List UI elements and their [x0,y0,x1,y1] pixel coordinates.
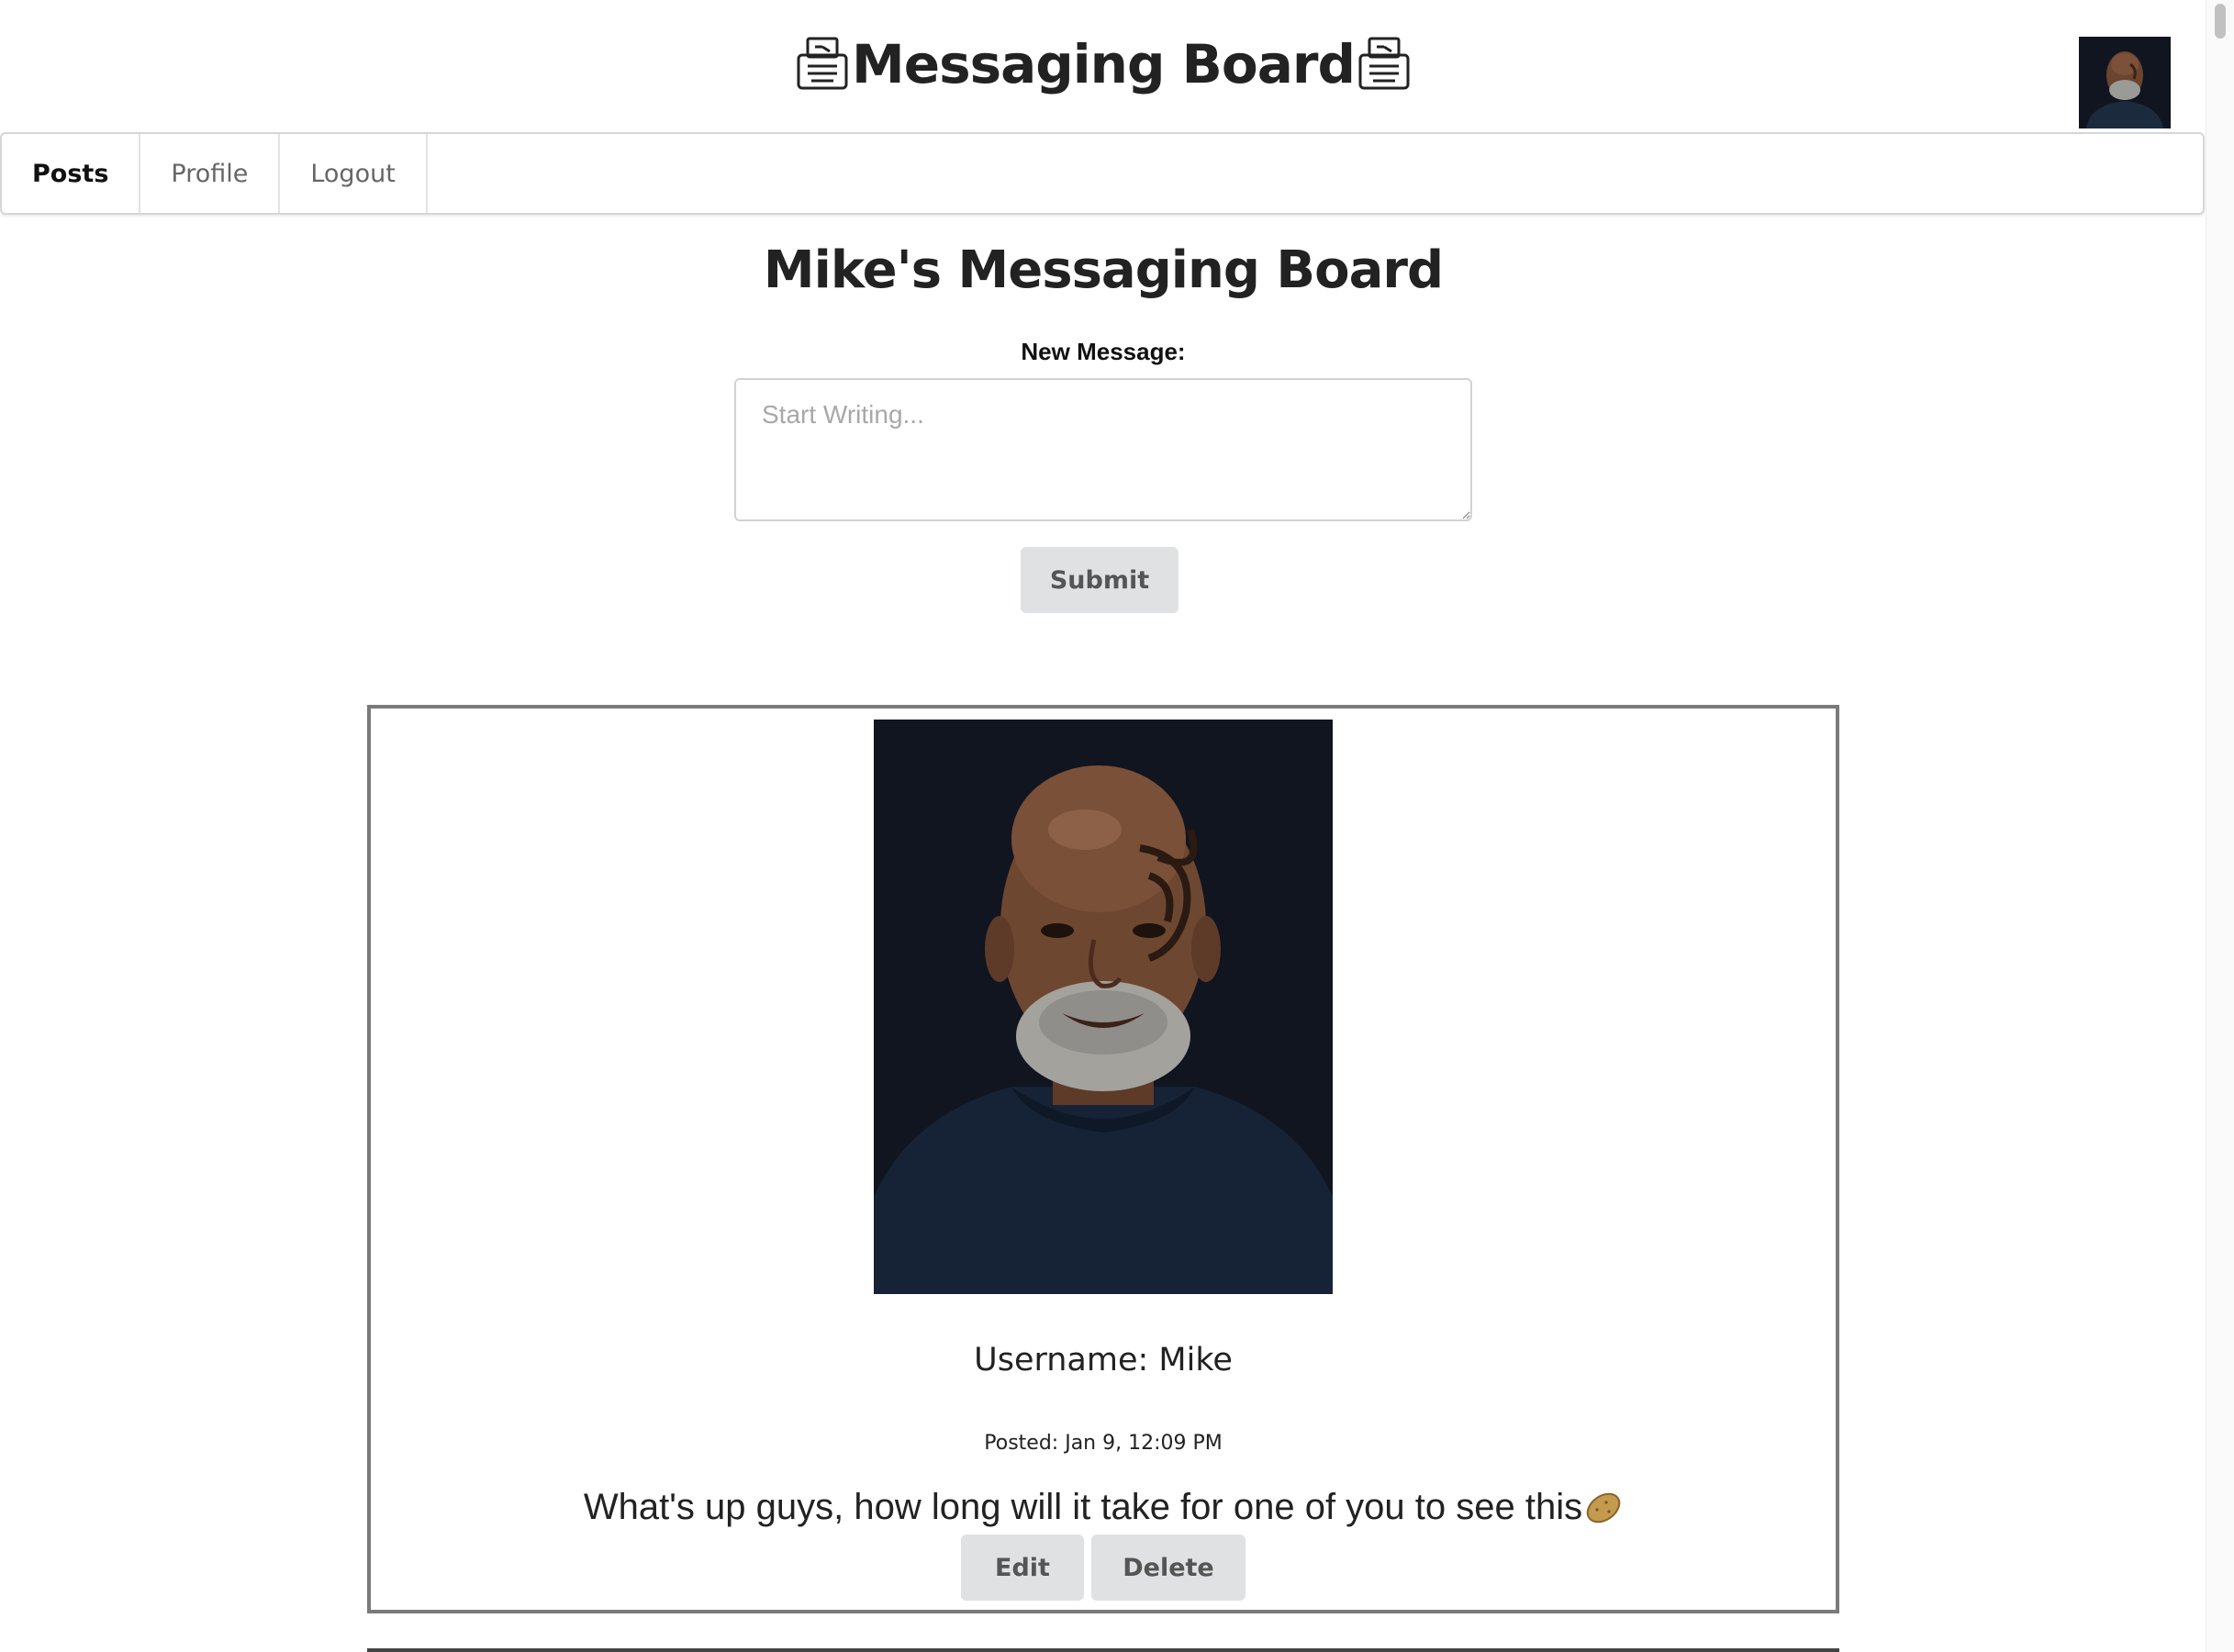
page-title: Mike's Messaging Board [763,240,1444,300]
post-username: Username: Mike [974,1342,1233,1379]
page-scrollbar[interactable] [2206,0,2234,1652]
delete-button[interactable]: Delete [1091,1535,1245,1601]
submit-button[interactable]: Submit [1021,547,1178,613]
site-title: Messaging Board [0,20,2206,108]
avatar[interactable] [2079,37,2171,128]
nav-tab-profile[interactable]: Profile [140,134,281,213]
next-post-card-edge [367,1648,1839,1652]
site-title-text: Messaging Board [852,33,1356,95]
new-message-label: New Message: [1021,338,1186,365]
scrollbar-thumb[interactable] [2215,4,2226,39]
new-message-input[interactable] [734,378,1472,521]
nav-tab-posts[interactable]: Posts [2,134,141,213]
post-author-photo [874,720,1333,1294]
typewriter-icon [795,35,850,94]
typewriter-icon [1357,35,1412,94]
potato-icon [1584,1490,1623,1526]
page-header: Messaging Board [0,0,2212,132]
nav-tab-logout[interactable]: Logout [280,134,428,213]
post-body-text: What's up guys, how long will it take fo… [583,1487,1583,1527]
post-card: Username: Mike Posted: Jan 9, 12:09 PM W… [367,705,1839,1613]
edit-button[interactable]: Edit [961,1535,1084,1601]
post-actions: Edit Delete [371,1535,1836,1601]
post-body: What's up guys, how long will it take fo… [371,1487,1836,1528]
main-nav: Posts Profile Logout [0,132,2205,215]
post-timestamp: Posted: Jan 9, 12:09 PM [984,1432,1223,1455]
